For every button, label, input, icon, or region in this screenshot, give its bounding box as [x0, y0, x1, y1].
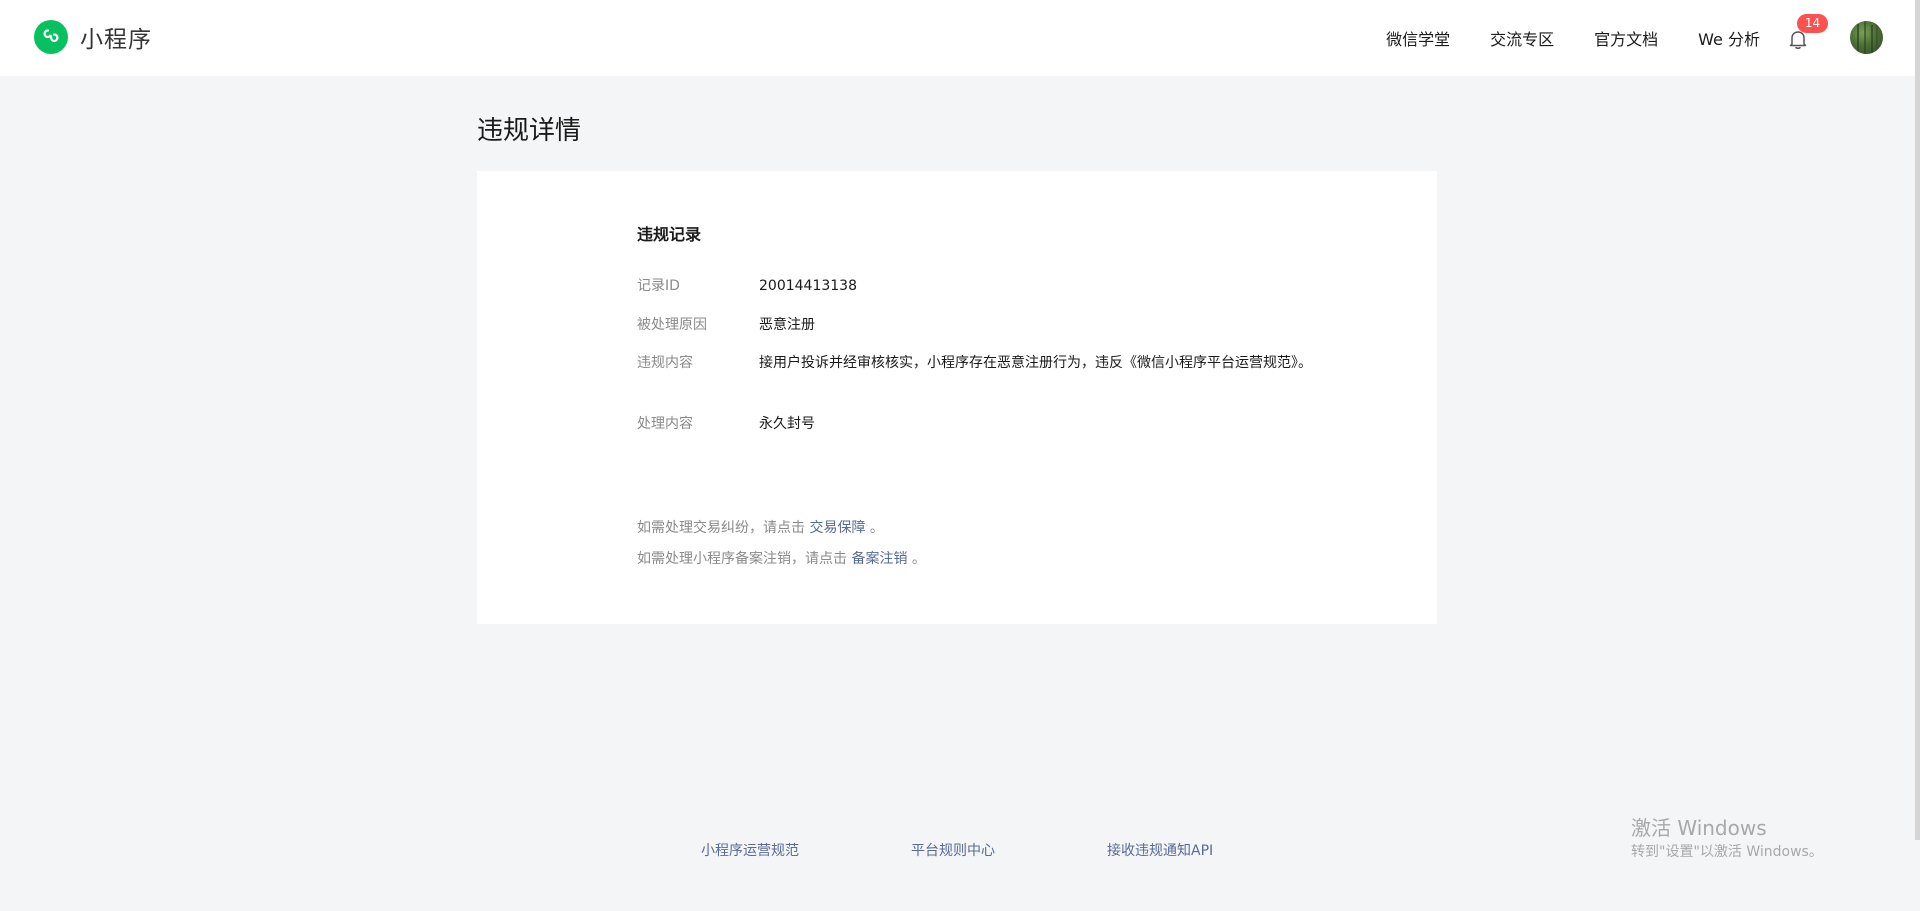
violation-content-row: 违规内容 接用户投诉并经审核核实，小程序存在恶意注册行为，违反《微信小程序平台运… — [637, 352, 1317, 374]
filing-cancel-note: 如需处理小程序备案注销，请点击 备案注销 。 — [637, 551, 926, 567]
watermark-subtitle: 转到"设置"以激活 Windows。 — [1631, 844, 1823, 860]
violation-record-card: 违规记录 记录ID 20014413138 被处理原因 恶意注册 违规内容 接用… — [477, 171, 1437, 624]
watermark-title: 激活 Windows — [1631, 816, 1767, 840]
mini-program-logo[interactable]: 小程序 — [34, 20, 152, 54]
field-label: 被处理原因 — [637, 317, 707, 333]
footer-link-operation-rules[interactable]: 小程序运营规范 — [701, 840, 799, 860]
nav-community[interactable]: 交流专区 — [1490, 26, 1554, 50]
record-id-row: 记录ID 20014413138 — [637, 275, 1317, 297]
field-label: 记录ID — [637, 278, 680, 294]
top-navbar: 小程序 微信学堂 交流专区 官方文档 We 分析 14 — [0, 0, 1920, 76]
section-title: 违规记录 — [637, 225, 702, 244]
avatar[interactable] — [1850, 21, 1883, 54]
penalty-value: 永久封号 — [759, 416, 815, 432]
windows-activation-watermark: 激活 Windows 转到"设置"以激活 Windows。 — [1631, 815, 1823, 863]
reason-row: 被处理原因 恶意注册 — [637, 314, 1317, 336]
field-label: 处理内容 — [637, 416, 693, 432]
filing-cancel-link[interactable]: 备案注销 — [851, 551, 907, 567]
nav-official-docs[interactable]: 官方文档 — [1594, 26, 1658, 50]
footer-link-platform-rules[interactable]: 平台规则中心 — [911, 840, 995, 860]
logo-text: 小程序 — [80, 27, 152, 53]
mini-program-logo-icon — [34, 20, 68, 54]
record-id-value: 20014413138 — [759, 278, 857, 294]
notification-badge: 14 — [1797, 14, 1828, 33]
page-title: 违规详情 — [477, 116, 582, 146]
trade-protection-link[interactable]: 交易保障 — [809, 520, 865, 536]
penalty-row: 处理内容 永久封号 — [637, 413, 1317, 435]
field-label: 违规内容 — [637, 355, 693, 371]
nav-weixin-academy[interactable]: 微信学堂 — [1386, 26, 1450, 50]
violation-content-value: 接用户投诉并经审核核实，小程序存在恶意注册行为，违反《微信小程序平台运营规范》。 — [759, 355, 1312, 371]
nav-we-analysis[interactable]: We 分析 — [1698, 26, 1760, 50]
top-nav: 微信学堂 交流专区 官方文档 We 分析 — [1346, 0, 1760, 76]
footer-link-violation-api[interactable]: 接收违规通知API — [1107, 840, 1213, 860]
vertical-scrollbar[interactable] — [1915, 0, 1920, 840]
reason-value: 恶意注册 — [759, 317, 815, 333]
trade-dispute-note: 如需处理交易纠纷，请点击 交易保障 。 — [637, 520, 884, 536]
